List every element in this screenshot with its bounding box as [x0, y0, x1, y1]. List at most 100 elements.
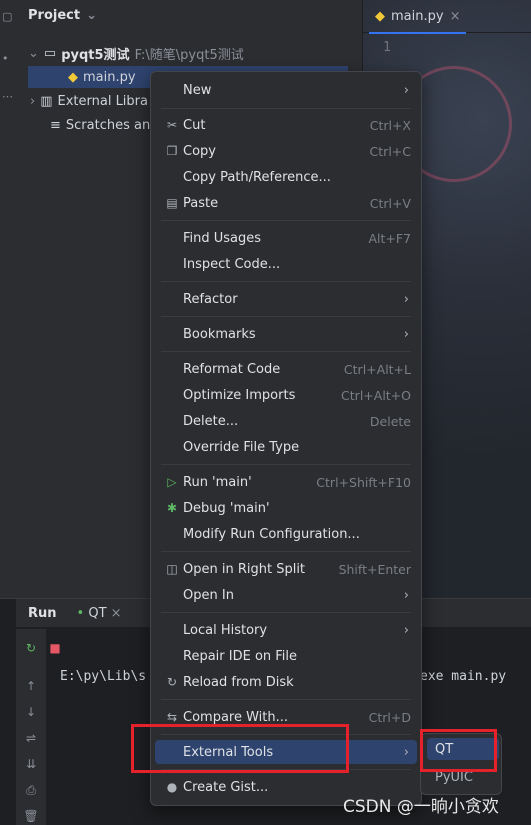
menu-item-refactor[interactable]: Refactor › [155, 287, 417, 311]
menu-item-debug-main[interactable]: ✱ Debug 'main' [155, 496, 417, 520]
menu-item-label: Open In [183, 587, 234, 603]
context-menu: New › ✂ Cut Ctrl+X ❐ Copy Ctrl+C Copy Path/Re… [150, 71, 422, 806]
menu-item-shortcut: Shift+Enter [338, 561, 411, 577]
menu-item-label: Inspect Code... [183, 256, 281, 272]
menu-item-label: Reformat Code [183, 361, 281, 377]
chevron-right-icon: › [403, 82, 409, 98]
menu-item-optimize-imports[interactable]: Optimize Imports Ctrl+Alt+O [155, 383, 417, 407]
menu-item-override-file-type[interactable]: Override File Type [155, 435, 417, 459]
menu-item-copy[interactable]: ❐ Copy Ctrl+C [155, 139, 417, 163]
chevron-down-icon: ⌄ [28, 45, 39, 61]
scratches-label: Scratches an [65, 117, 151, 133]
menu-item-copy-path[interactable]: Copy Path/Reference... [155, 165, 417, 189]
tree-row-scratches[interactable]: ≡ Scratches an [50, 114, 150, 136]
menu-item-run-main[interactable]: ▷ Run 'main' Ctrl+Shift+F10 [155, 470, 417, 494]
reload-icon: ↻ [166, 675, 178, 689]
menu-separator [161, 551, 411, 552]
menu-separator [161, 316, 411, 317]
menu-item-label: New [183, 82, 212, 98]
menu-item-shortcut: Ctrl+C [369, 143, 411, 159]
chevron-right-icon: › [30, 93, 36, 109]
menu-item-open-right-split[interactable]: ◫ Open in Right Split Shift+Enter [155, 557, 417, 581]
menu-item-label: Repair IDE on File [183, 648, 298, 664]
tree-row-external-libraries[interactable]: › ▥ External Libra [30, 90, 148, 112]
debug-icon: ✱ [166, 501, 178, 515]
close-icon[interactable]: × [111, 606, 122, 621]
menu-item-modify-run-config[interactable]: Modify Run Configuration... [155, 522, 417, 546]
menu-item-reload-from-disk[interactable]: ↻ Reload from Disk [155, 670, 417, 694]
menu-item-label: Compare With... [183, 709, 289, 725]
menu-item-open-in[interactable]: Open In › [155, 583, 417, 607]
tree-row-root[interactable]: ⌄ ▭ pyqt5测试 F:\随笔\pyqt5测试 [28, 42, 244, 64]
menu-item-inspect-code[interactable]: Inspect Code... [155, 252, 417, 276]
trash-icon[interactable]: 🗑 [22, 807, 40, 825]
menu-item-shortcut: Ctrl+V [369, 195, 411, 211]
menu-item-find-usages[interactable]: Find Usages Alt+F7 [155, 226, 417, 250]
up-arrow-icon[interactable]: ↑ [22, 677, 40, 695]
chevron-right-icon: › [403, 291, 409, 307]
menu-item-shortcut: Delete [369, 413, 411, 429]
project-panel-title: Project [28, 8, 81, 23]
menu-item-label: Delete... [183, 413, 239, 429]
watermark: CSDN @一晌小贪欢 [343, 797, 499, 817]
cut-icon: ✂ [166, 118, 178, 132]
menu-item-shortcut: Ctrl+Shift+F10 [316, 474, 411, 490]
menu-item-label: Run 'main' [183, 474, 252, 490]
tab-run[interactable]: Run [28, 606, 57, 621]
menu-separator [161, 220, 411, 221]
project-panel-header[interactable]: Project ⌄ [28, 8, 97, 23]
project-tool-icon[interactable]: ▢ [2, 10, 14, 23]
chevron-right-icon: › [403, 326, 409, 342]
menu-separator [161, 108, 411, 109]
chevron-down-icon: ⌄ [86, 8, 97, 23]
menu-item-repair-ide[interactable]: Repair IDE on File [155, 644, 417, 668]
menu-separator [161, 281, 411, 282]
menu-item-shortcut: Ctrl+X [369, 117, 411, 133]
menu-separator [161, 351, 411, 352]
menu-item-reformat-code[interactable]: Reformat Code Ctrl+Alt+L [155, 357, 417, 381]
menu-item-label: Find Usages [183, 230, 262, 246]
print-icon[interactable]: ⎙ [22, 781, 40, 799]
menu-item-label: Refactor [183, 291, 238, 307]
menu-item-shortcut: Ctrl+Alt+O [341, 387, 411, 403]
close-icon[interactable]: × [450, 9, 461, 24]
menu-item-local-history[interactable]: Local History › [155, 618, 417, 642]
menu-item-delete[interactable]: Delete... Delete [155, 409, 417, 433]
stop-icon[interactable]: ■ [46, 639, 64, 657]
main-file-name: main.py [83, 69, 136, 85]
python-file-icon: ◆ [375, 8, 385, 24]
folder-icon: ▭ [43, 45, 57, 61]
tab-main-py[interactable]: ◆ main.py × [369, 0, 467, 34]
commit-tool-icon[interactable]: • [2, 52, 14, 65]
menu-item-label: Open in Right Split [183, 561, 306, 577]
external-libraries-label: External Libra [57, 93, 149, 109]
compare-icon: ⇆ [166, 710, 178, 724]
soft-wrap-icon[interactable]: ⇌ [22, 729, 40, 747]
menu-separator [161, 464, 411, 465]
menu-item-cut[interactable]: ✂ Cut Ctrl+X [155, 113, 417, 137]
python-file-icon: ◆ [68, 69, 78, 85]
menu-item-bookmarks[interactable]: Bookmarks › [155, 322, 417, 346]
scratches-icon: ≡ [50, 117, 61, 133]
menu-item-new[interactable]: New › [155, 78, 417, 102]
library-icon: ▥ [40, 93, 53, 109]
qt-config-label: QT [88, 605, 107, 621]
run-icon: ▷ [167, 475, 177, 489]
scroll-to-end-icon[interactable]: ⇊ [22, 755, 40, 773]
menu-item-paste[interactable]: ▤ Paste Ctrl+V [155, 191, 417, 215]
split-icon: ◫ [166, 562, 178, 576]
menu-item-label: Copy Path/Reference... [183, 169, 331, 185]
menu-item-label: Cut [183, 117, 206, 133]
menu-item-shortcut: Ctrl+Alt+L [343, 361, 411, 377]
menu-separator [161, 612, 411, 613]
chevron-right-icon: › [403, 744, 409, 760]
copy-icon: ❐ [166, 144, 178, 158]
structure-tool-icon[interactable]: ⋯ [2, 90, 14, 103]
chevron-right-icon: › [403, 587, 409, 603]
menu-item-shortcut: Alt+F7 [368, 230, 411, 246]
run-toolbar: ↻ ■ ↑ ↓ ⇌ ⇊ ⎙ 🗑 [16, 629, 61, 825]
down-arrow-icon[interactable]: ↓ [22, 703, 40, 721]
rerun-icon[interactable]: ↻ [22, 639, 40, 657]
console-output-right: exe main.py [420, 669, 507, 684]
tab-qt-config[interactable]: • QT × [77, 606, 122, 621]
